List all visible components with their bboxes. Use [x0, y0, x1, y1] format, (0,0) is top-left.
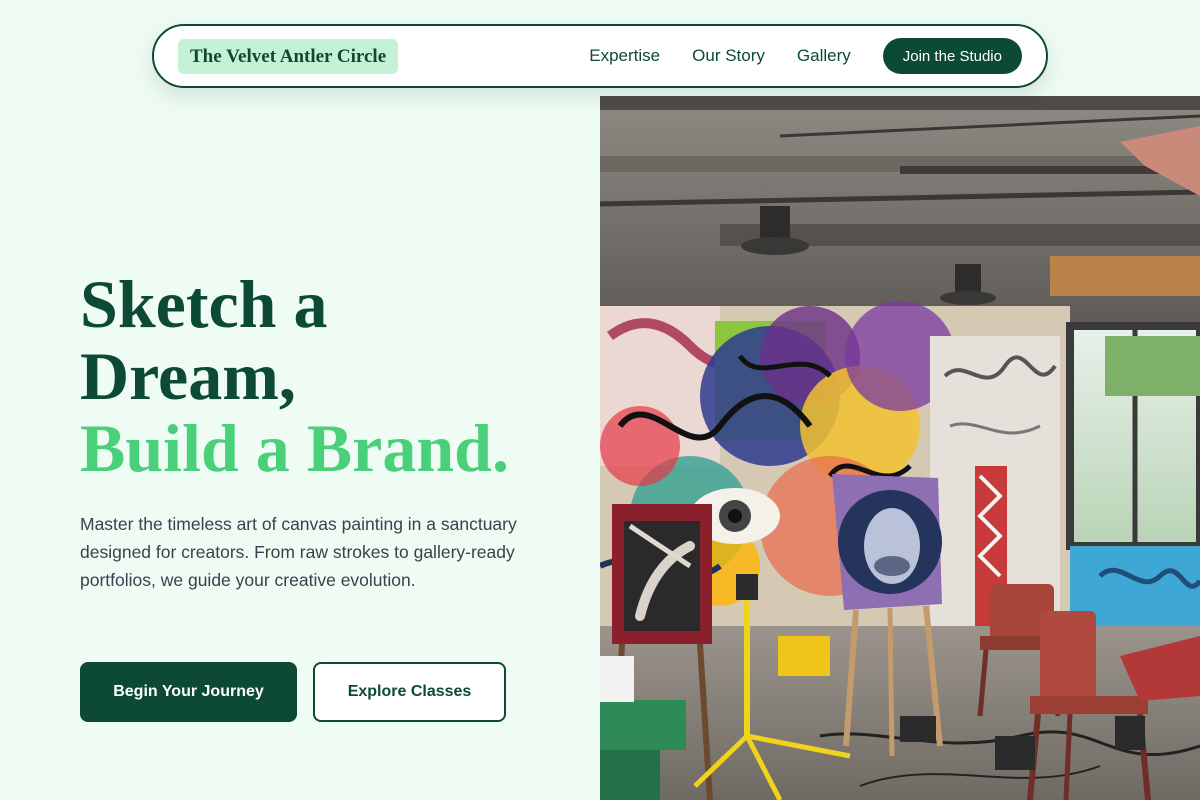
main-navbar: The Velvet Antler Circle Expertise Our S… [152, 24, 1048, 88]
nav-link-expertise[interactable]: Expertise [589, 46, 660, 66]
hero-title: Sketch a Dream, Build a Brand. [80, 268, 580, 484]
nav-link-gallery[interactable]: Gallery [797, 46, 851, 66]
join-studio-button[interactable]: Join the Studio [882, 38, 1022, 74]
nav-link-our-story[interactable]: Our Story [692, 46, 765, 66]
hero-title-line-1: Sketch a [80, 266, 328, 342]
hero-title-line-2: Dream, [80, 338, 296, 414]
hero-title-accent: Build a Brand. [80, 410, 509, 486]
hero-description: Master the timeless art of canvas painti… [80, 514, 517, 590]
explore-classes-button[interactable]: Explore Classes [313, 662, 506, 722]
hero-image [600, 96, 1200, 800]
nav-links: Expertise Our Story Gallery Join the Stu… [589, 38, 1022, 74]
brand-logo[interactable]: The Velvet Antler Circle [178, 38, 399, 74]
begin-journey-button[interactable]: Begin Your Journey [80, 662, 297, 722]
